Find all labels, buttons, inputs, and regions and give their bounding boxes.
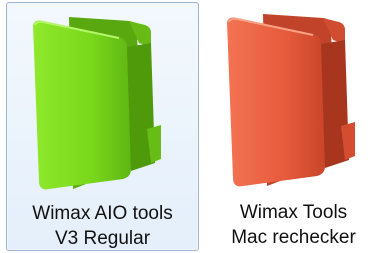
folder-item-wimax-tools-mac[interactable]: Wimax Tools Mac rechecker [205, 0, 382, 253]
folder-label: Wimax AIO tools V3 Regular [7, 201, 198, 251]
folder-label: Wimax Tools Mac rechecker [205, 200, 382, 250]
folder-name-line-2: Mac rechecker [231, 227, 356, 248]
folder-name-line-1: Wimax AIO tools [32, 203, 173, 224]
folder-name-line-1: Wimax Tools [239, 202, 348, 223]
green-folder-icon [33, 17, 161, 190]
folder-item-wimax-aio-tools[interactable]: Wimax AIO tools V3 Regular [6, 2, 199, 251]
red-folder-icon [227, 14, 355, 187]
folder-name-line-2: V3 Regular [54, 228, 151, 249]
file-explorer-view: Wimax AIO tools V3 Regular Wimax Tools M… [0, 0, 382, 253]
